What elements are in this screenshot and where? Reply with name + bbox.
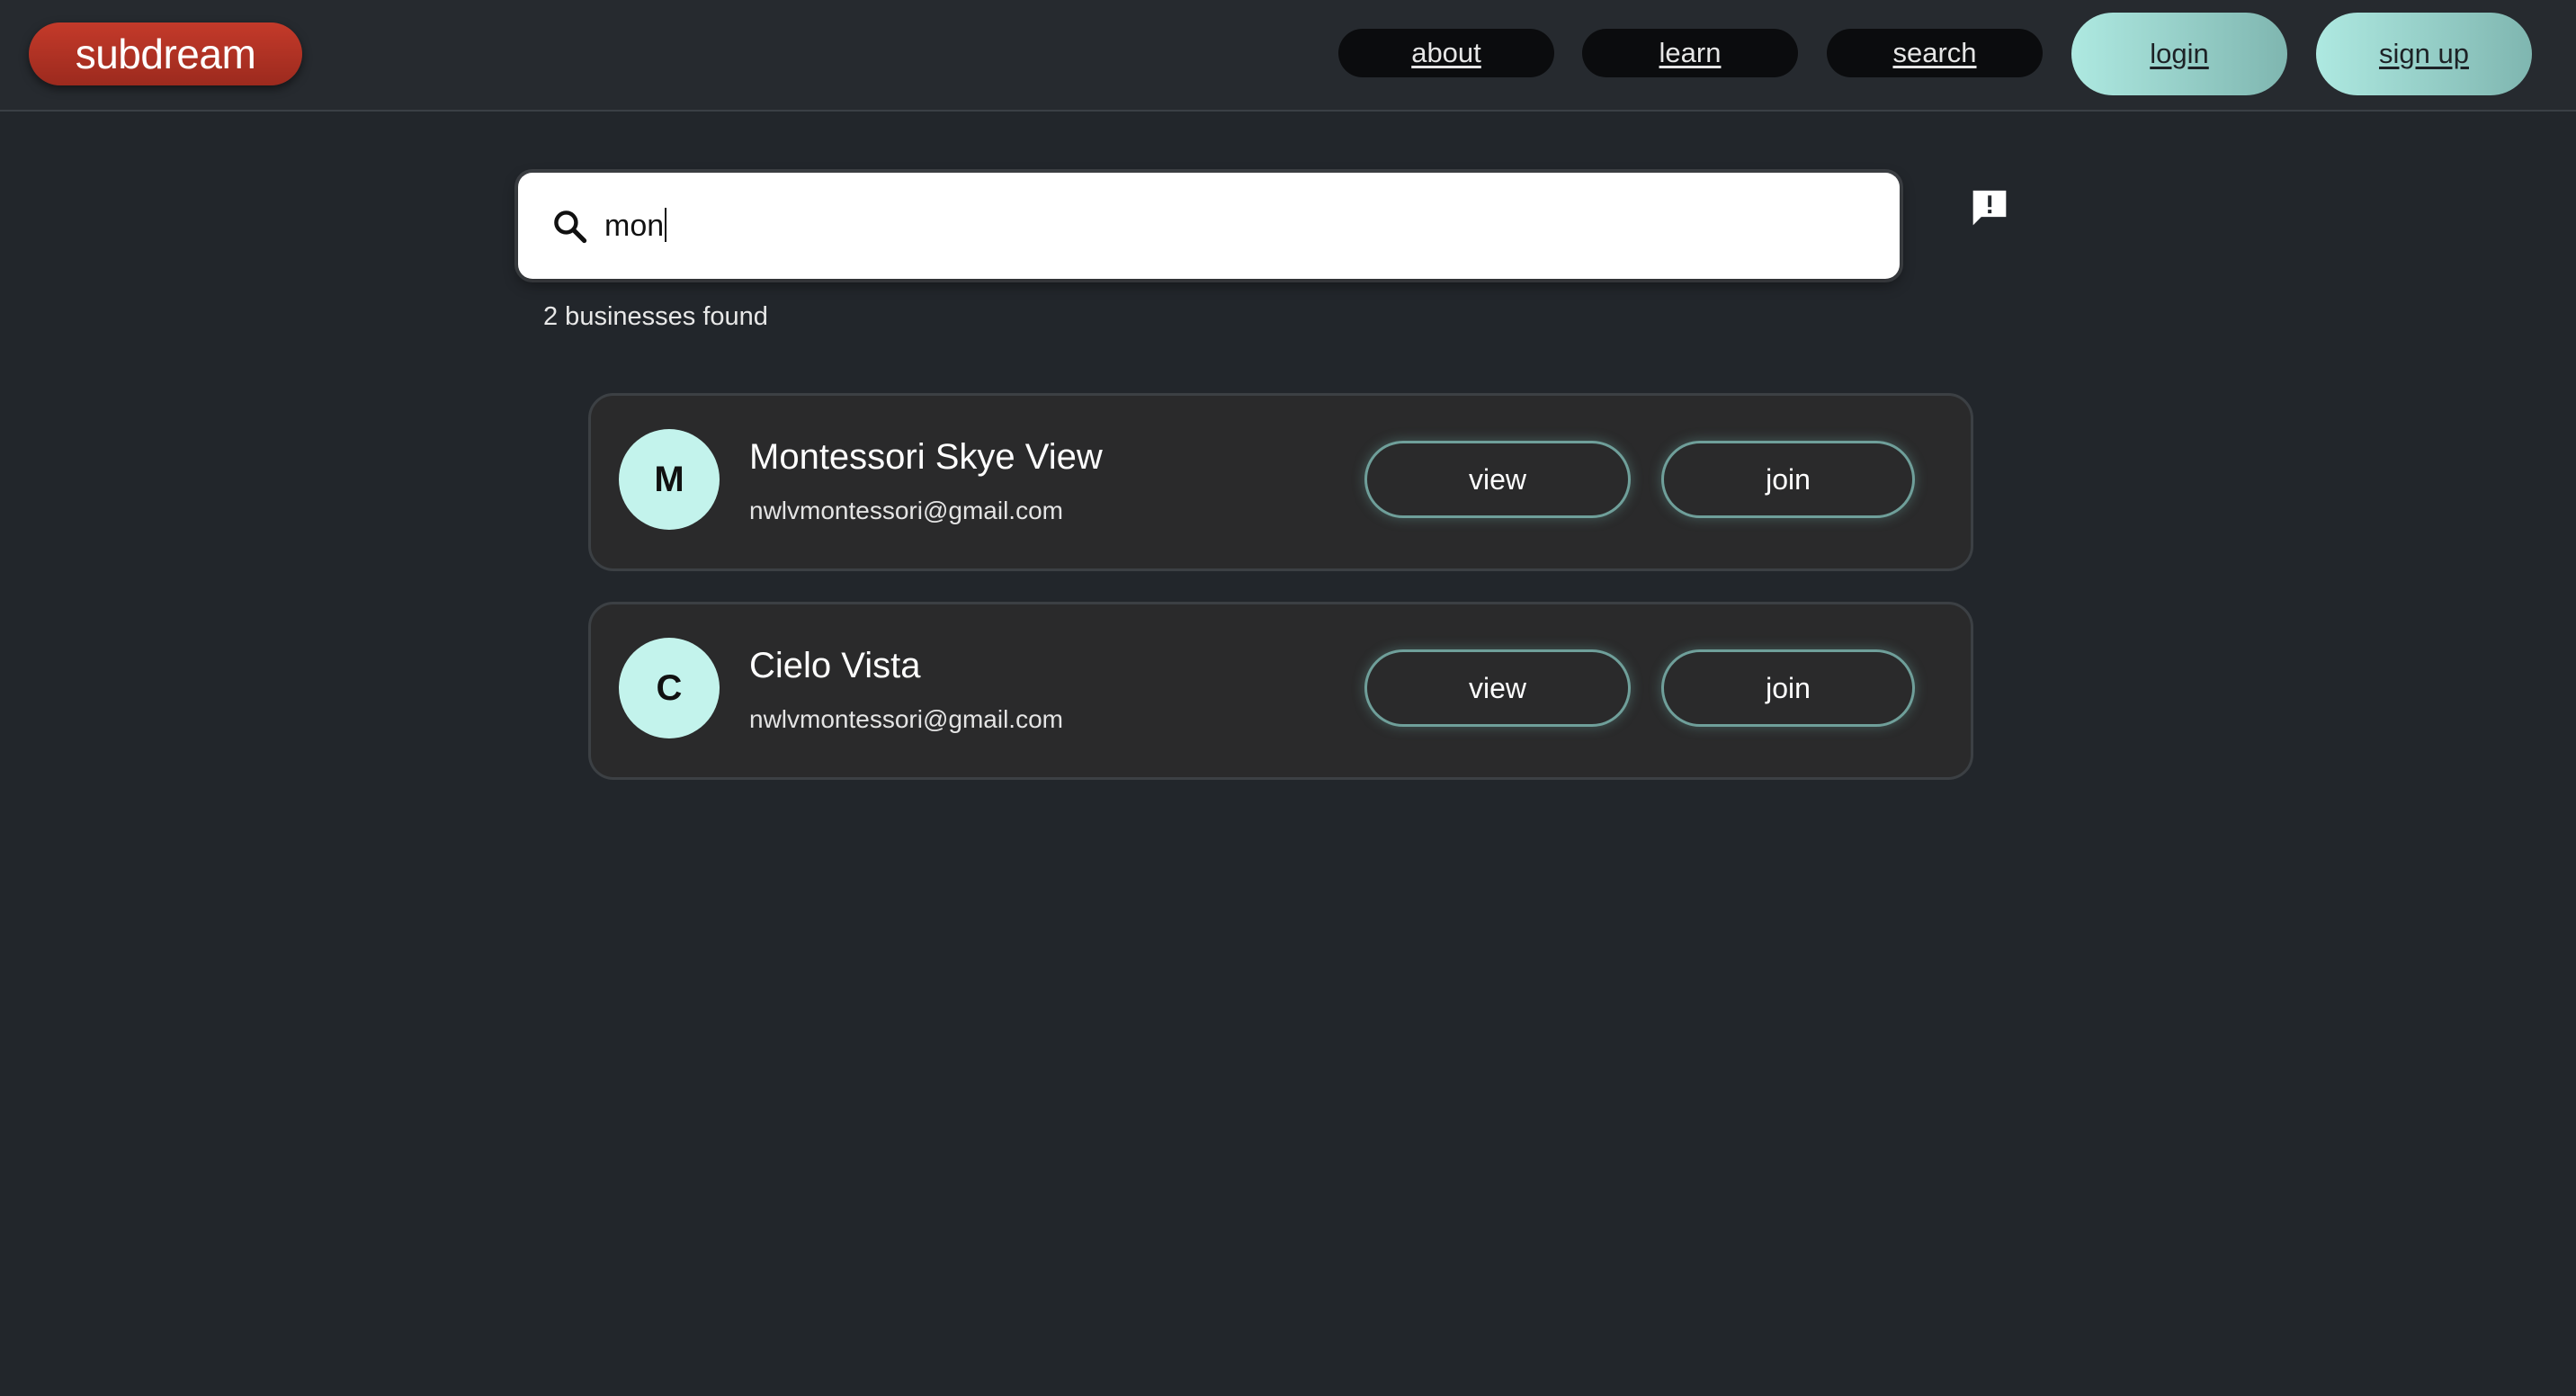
search-input[interactable]: mon — [604, 203, 667, 248]
results-count: 2 businesses found — [543, 302, 768, 331]
nav-learn-link[interactable]: learn — [1582, 29, 1798, 77]
sign-up-button[interactable]: sign up — [2316, 13, 2532, 95]
search-icon — [554, 210, 587, 244]
text-caret — [665, 208, 667, 242]
subdream-logo[interactable]: subdream — [29, 22, 302, 85]
business-card: C Cielo Vista nwlvmontessori@gmail.com v… — [588, 602, 1973, 780]
join-button[interactable]: join — [1661, 441, 1915, 518]
view-button[interactable]: view — [1364, 649, 1631, 727]
nav-search-link[interactable]: search — [1827, 29, 2043, 77]
top-bar: subdream about learn search login sign u… — [0, 0, 2576, 112]
business-avatar: C — [619, 638, 720, 738]
nav-about-link[interactable]: about — [1338, 29, 1554, 77]
business-name: Cielo Vista — [749, 646, 921, 685]
business-email: nwlvmontessori@gmail.com — [749, 497, 1063, 524]
search-bar[interactable]: mon — [518, 173, 1900, 279]
business-name: Montessori Skye View — [749, 437, 1103, 477]
login-button[interactable]: login — [2071, 13, 2287, 95]
view-button[interactable]: view — [1364, 441, 1631, 518]
feedback-icon[interactable] — [1970, 187, 2009, 230]
join-button[interactable]: join — [1661, 649, 1915, 727]
business-card: M Montessori Skye View nwlvmontessori@gm… — [588, 393, 1973, 571]
business-email: nwlvmontessori@gmail.com — [749, 705, 1063, 733]
business-avatar: M — [619, 429, 720, 530]
